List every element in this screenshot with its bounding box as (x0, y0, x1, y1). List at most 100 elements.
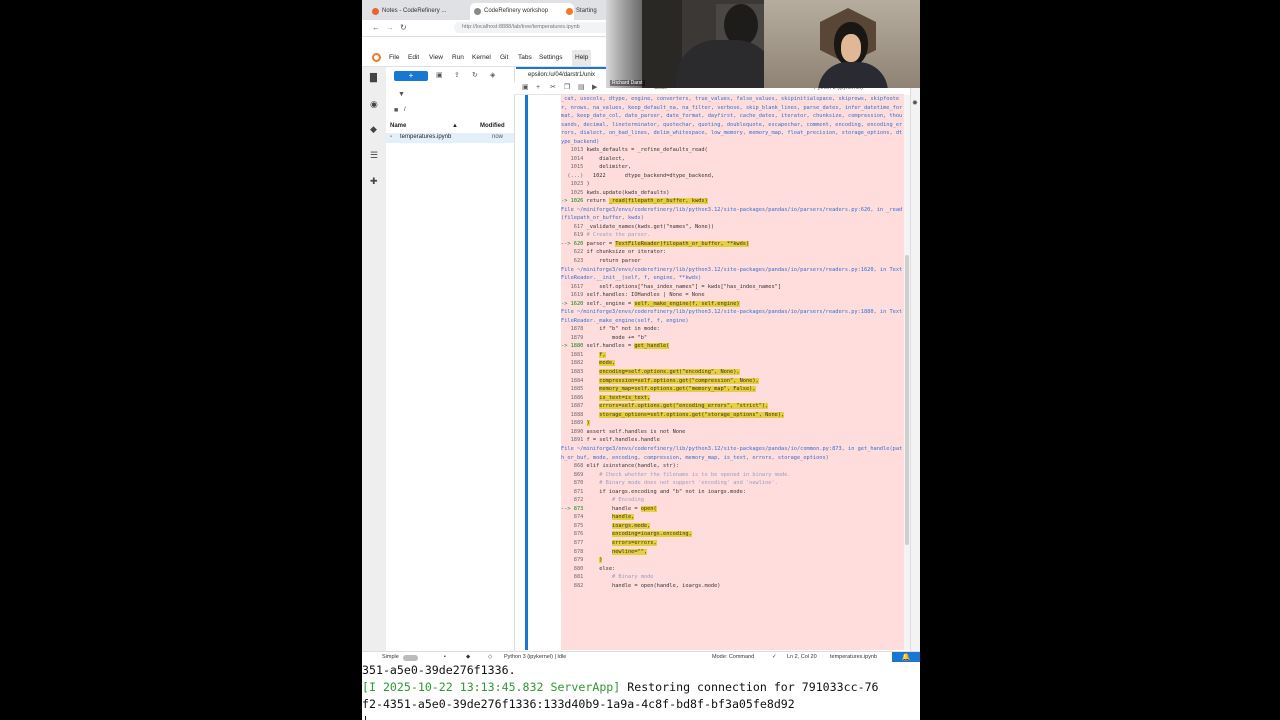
highlighted-code: ) (586, 420, 590, 427)
highlighted-code: handle, (612, 514, 635, 521)
notebook-tab[interactable]: epsilon:/u/04/darstr1/unix (516, 67, 616, 81)
line-number: 1887 (561, 403, 587, 410)
terminal-cursor: | (362, 713, 920, 720)
webcam-video-1: Richard Darst (606, 0, 764, 88)
code-text: assert self.handles is not None (586, 428, 686, 435)
line-number: -> 1620 (561, 300, 587, 307)
reload-icon[interactable]: ↻ (400, 23, 407, 33)
file-row[interactable]: ▪ temperatures.ipynb now (386, 133, 514, 143)
favicon-icon (474, 8, 481, 15)
menu-tabs[interactable]: Tabs (518, 50, 532, 66)
code-text: return (586, 198, 609, 205)
notebook-cell[interactable]: _cat, usecols, dtype, engine, converters… (521, 95, 904, 650)
line-number: 1619 (561, 292, 587, 299)
traceback-line: 617 _validate_names(kwds.get("names", No… (561, 223, 904, 232)
code-text: _validate_names(kwds.get("names", None)) (586, 223, 715, 230)
menu-edit[interactable]: Edit (408, 50, 419, 66)
traceback-line: 1889 ) (561, 419, 904, 428)
line-number: --> 873 (561, 505, 587, 512)
breadcrumb-folder-icon[interactable]: ■ (394, 107, 398, 115)
code-text: return parser (586, 258, 641, 265)
upload-icon[interactable]: ⇪ (454, 72, 460, 80)
highlighted-code: f, (599, 351, 606, 358)
traceback-line: -> 1026 return _read(filepath_or_buffer,… (561, 197, 904, 206)
back-icon[interactable]: ← (372, 23, 380, 33)
menu-git[interactable]: Git (500, 50, 508, 66)
refresh-icon[interactable]: ↻ (472, 72, 478, 80)
menu-file[interactable]: File (389, 50, 399, 66)
settings-gear-icon[interactable]: ✹ (912, 99, 918, 107)
git-icon[interactable]: ◆ (370, 125, 379, 134)
traceback-line: File ~/miniforge3/envs/coderefinery/lib/… (561, 206, 904, 223)
cut-icon[interactable]: ✂ (550, 83, 556, 93)
line-number: 880 (561, 565, 587, 572)
code-text: # Binary mode (586, 574, 654, 581)
favicon-icon (566, 8, 573, 15)
jupyter-logo-icon (372, 53, 381, 62)
code-text: else: (586, 565, 616, 572)
scrollbar-thumb[interactable] (905, 255, 909, 545)
traceback-line: 1883 encoding=self.options.get("encoding… (561, 368, 904, 377)
line-number: 870 (561, 480, 587, 487)
traceback-line: 1013 kwds_defaults = _refine_defaults_re… (561, 146, 904, 155)
line-number: 1015 (561, 164, 587, 171)
traceback-line: 1879 mode += "b" (561, 334, 904, 343)
traceback-line: 1885 memory_map=self.options.get("memory… (561, 385, 904, 394)
breadcrumb[interactable]: / (404, 107, 406, 113)
tab-label: CodeRefinery workshop (484, 8, 549, 14)
menu-kernel[interactable]: Kernel (472, 50, 491, 66)
code-text: # Encoding (586, 497, 644, 504)
menu-settings[interactable]: Settings (539, 50, 563, 66)
column-header-name[interactable]: Name (390, 123, 406, 129)
file-browser-panel: + ▣ ⇪ ↻ ◈ ▼ ■ / Name ▲ Modified ▪ temper… (386, 67, 515, 652)
browser-tab[interactable]: Notes - CodeRefinery ... (368, 3, 482, 20)
menu-view[interactable]: View (429, 50, 443, 66)
traceback-line: 1887 errors=self.options.get("encoding_e… (561, 402, 904, 411)
git-clone-icon[interactable]: ◈ (490, 72, 495, 80)
forward-icon[interactable]: → (386, 23, 394, 33)
window-blind (606, 0, 642, 88)
line-number: 868 (561, 463, 587, 470)
traceback-line: 871 if ioargs.encoding and "b" not in io… (561, 488, 904, 497)
terminal-line: 351-a5e0-39de276f1336. (362, 663, 516, 677)
traceback-line: File ~/miniforge3/envs/coderefinery/lib/… (561, 308, 904, 325)
menu-help[interactable]: Help (572, 50, 592, 66)
code-text: self.handles: IOHandles | None = None (586, 292, 705, 299)
column-header-modified[interactable]: Modified (480, 123, 505, 129)
line-number: 1885 (561, 386, 587, 393)
code-text: delimiter, (586, 164, 632, 171)
copy-icon[interactable]: ❐ (564, 83, 570, 93)
new-launcher-button[interactable]: + (394, 71, 428, 81)
toc-icon[interactable]: ☰ (370, 151, 379, 160)
extension-icon[interactable]: ✚ (370, 177, 379, 186)
menu-run[interactable]: Run (452, 50, 464, 66)
line-number: 1889 (561, 420, 587, 427)
line-number: -> 1026 (561, 198, 587, 205)
webcam-video-2 (764, 0, 920, 88)
save-icon[interactable]: ▣ (522, 83, 529, 93)
paste-icon[interactable]: ▤ (578, 83, 585, 93)
traceback-line: 1881 f, (561, 351, 904, 360)
traceback-line: 1891 f = self.handles.handle (561, 436, 904, 445)
terminal-log-prefix: [I 2025-10-22 13:13:45.832 ServerApp] (362, 680, 621, 694)
line-number: 619 (561, 232, 587, 239)
simple-mode-toggle[interactable] (403, 655, 418, 661)
highlighted-code: ioargs.mode, (612, 522, 651, 529)
browser-tab-active[interactable]: CodeRefinery workshop (470, 3, 574, 20)
new-folder-icon[interactable]: ▣ (436, 72, 443, 80)
add-cell-icon[interactable]: + (536, 83, 540, 93)
folder-icon[interactable]: ▇ (370, 73, 379, 82)
run-icon[interactable]: ▶ (592, 83, 597, 93)
filter-icon[interactable]: ▼ (398, 91, 405, 99)
running-icon[interactable]: ◉ (370, 100, 379, 109)
traceback-line: 619 # Create the parser. (561, 231, 904, 240)
traceback-line: 881 # Binary mode (561, 573, 904, 582)
notebook-file-icon: ▪ (390, 134, 393, 140)
traceback-line: 1886 is_text=is_text, (561, 394, 904, 403)
